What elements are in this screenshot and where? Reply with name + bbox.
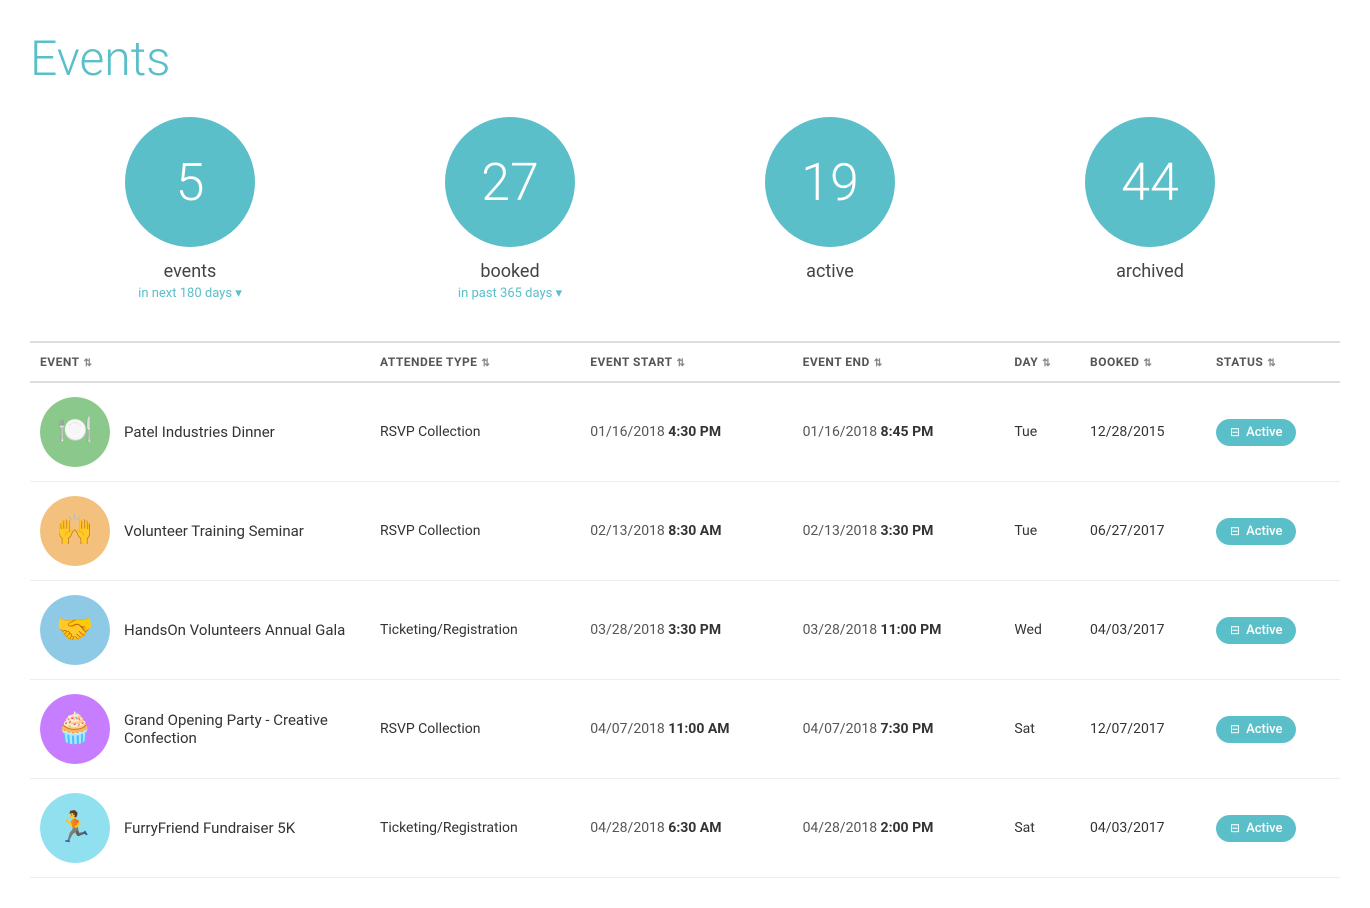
- event-end-5: 04/28/2018 2:00 PM: [793, 779, 1005, 878]
- table-body: 🍽️ Patel Industries Dinner RSVP Collection…: [30, 382, 1340, 878]
- event-cell-3: 🤝 HandsOn Volunteers Annual Gala: [30, 581, 370, 680]
- svg-text:🙌: 🙌: [56, 513, 93, 548]
- stat-label-active: active: [806, 261, 854, 282]
- event-booked-3: 04/03/2017: [1080, 581, 1206, 680]
- svg-text:🧁: 🧁: [56, 710, 93, 746]
- col-header-booked[interactable]: BOOKED⇅: [1080, 342, 1206, 382]
- col-header-eventStart[interactable]: EVENT START⇅: [580, 342, 792, 382]
- sort-icon: ⇅: [1042, 358, 1051, 369]
- stat-circle-events: 5: [125, 117, 255, 247]
- stats-row: 5 events in next 180 days 27 booked in past 3…: [30, 117, 1340, 301]
- stat-circle-booked: 27: [445, 117, 575, 247]
- sort-icon: ⇅: [874, 358, 883, 369]
- stat-item-archived: 44 archived: [990, 117, 1310, 301]
- event-name-2[interactable]: Volunteer Training Seminar: [124, 522, 304, 540]
- sort-icon: ⇅: [677, 358, 686, 369]
- col-header-eventEnd[interactable]: EVENT END⇅: [793, 342, 1005, 382]
- event-cell-4: 🧁 Grand Opening Party - Creative Confecti…: [30, 680, 370, 779]
- event-start-5: 04/28/2018 6:30 AM: [580, 779, 792, 878]
- event-start-1: 01/16/2018 4:30 PM: [580, 382, 792, 482]
- stat-number-archived: 44: [1121, 152, 1179, 213]
- event-cell-2: 🙌 Volunteer Training Seminar: [30, 482, 370, 581]
- event-end-3: 03/28/2018 11:00 PM: [793, 581, 1005, 680]
- event-booked-1: 12/28/2015: [1080, 382, 1206, 482]
- event-day-5: Sat: [1004, 779, 1080, 878]
- status-badge[interactable]: Active: [1216, 716, 1296, 743]
- event-thumb-2: 🙌: [40, 496, 110, 566]
- stat-label-booked: booked: [480, 261, 539, 282]
- event-status-5[interactable]: Active: [1206, 779, 1340, 878]
- event-cell-1: 🍽️ Patel Industries Dinner: [30, 382, 370, 482]
- table-row: 🍽️ Patel Industries Dinner RSVP Collection…: [30, 382, 1340, 482]
- event-thumb-3: 🤝: [40, 595, 110, 665]
- event-name-1[interactable]: Patel Industries Dinner: [124, 423, 275, 441]
- stat-item-events: 5 events in next 180 days: [30, 117, 350, 301]
- table-header: EVENT⇅ATTENDEE TYPE⇅EVENT START⇅EVENT EN…: [30, 342, 1340, 382]
- event-end-2: 02/13/2018 3:30 PM: [793, 482, 1005, 581]
- status-badge[interactable]: Active: [1216, 815, 1296, 842]
- event-day-1: Tue: [1004, 382, 1080, 482]
- stat-label-events: events: [164, 261, 217, 282]
- event-thumb-5: 🏃: [40, 793, 110, 863]
- event-day-2: Tue: [1004, 482, 1080, 581]
- col-header-attendeeType[interactable]: ATTENDEE TYPE⇅: [370, 342, 580, 382]
- table-row: 🏃 FurryFriend Fundraiser 5K Ticketing/Regi…: [30, 779, 1340, 878]
- event-day-4: Sat: [1004, 680, 1080, 779]
- event-status-4[interactable]: Active: [1206, 680, 1340, 779]
- event-end-4: 04/07/2018 7:30 PM: [793, 680, 1005, 779]
- sort-icon: ⇅: [481, 358, 490, 369]
- table-row: 🧁 Grand Opening Party - Creative Confecti…: [30, 680, 1340, 779]
- sort-icon: ⇅: [1143, 358, 1152, 369]
- col-header-status[interactable]: STATUS⇅: [1206, 342, 1340, 382]
- stat-circle-active: 19: [765, 117, 895, 247]
- attendee-type-1: RSVP Collection: [370, 382, 580, 482]
- stat-circle-archived: 44: [1085, 117, 1215, 247]
- event-status-2[interactable]: Active: [1206, 482, 1340, 581]
- stat-number-events: 5: [176, 152, 205, 213]
- attendee-type-2: RSVP Collection: [370, 482, 580, 581]
- stat-item-active: 19 active: [670, 117, 990, 301]
- svg-text:🤝: 🤝: [56, 612, 93, 647]
- status-badge[interactable]: Active: [1216, 419, 1296, 446]
- event-name-3[interactable]: HandsOn Volunteers Annual Gala: [124, 621, 345, 639]
- stat-item-booked: 27 booked in past 365 days: [350, 117, 670, 301]
- event-booked-5: 04/03/2017: [1080, 779, 1206, 878]
- attendee-type-3: Ticketing/Registration: [370, 581, 580, 680]
- event-thumb-4: 🧁: [40, 694, 110, 764]
- event-name-5[interactable]: FurryFriend Fundraiser 5K: [124, 819, 295, 837]
- sort-icon: ⇅: [1267, 358, 1276, 369]
- page-title: Events: [30, 30, 1340, 87]
- event-start-3: 03/28/2018 3:30 PM: [580, 581, 792, 680]
- attendee-type-5: Ticketing/Registration: [370, 779, 580, 878]
- table-row: 🙌 Volunteer Training Seminar RSVP Collecti…: [30, 482, 1340, 581]
- stat-sublabel-events[interactable]: in next 180 days: [138, 286, 242, 301]
- status-badge[interactable]: Active: [1216, 617, 1296, 644]
- svg-text:🏃: 🏃: [56, 809, 93, 845]
- event-booked-2: 06/27/2017: [1080, 482, 1206, 581]
- stat-sublabel-booked[interactable]: in past 365 days: [458, 286, 562, 301]
- events-table: EVENT⇅ATTENDEE TYPE⇅EVENT START⇅EVENT EN…: [30, 341, 1340, 878]
- stat-number-booked: 27: [481, 152, 539, 213]
- col-header-day[interactable]: DAY⇅: [1004, 342, 1080, 382]
- event-booked-4: 12/07/2017: [1080, 680, 1206, 779]
- stat-label-archived: archived: [1116, 261, 1184, 282]
- svg-text:🍽️: 🍽️: [58, 413, 93, 446]
- event-status-3[interactable]: Active: [1206, 581, 1340, 680]
- stat-number-active: 19: [801, 152, 859, 213]
- event-end-1: 01/16/2018 8:45 PM: [793, 382, 1005, 482]
- event-status-1[interactable]: Active: [1206, 382, 1340, 482]
- col-header-event[interactable]: EVENT⇅: [30, 342, 370, 382]
- event-start-2: 02/13/2018 8:30 AM: [580, 482, 792, 581]
- event-day-3: Wed: [1004, 581, 1080, 680]
- event-name-4[interactable]: Grand Opening Party - Creative Confectio…: [124, 711, 360, 747]
- table-row: 🤝 HandsOn Volunteers Annual Gala Ticketing…: [30, 581, 1340, 680]
- event-start-4: 04/07/2018 11:00 AM: [580, 680, 792, 779]
- event-cell-5: 🏃 FurryFriend Fundraiser 5K: [30, 779, 370, 878]
- sort-icon: ⇅: [84, 358, 93, 369]
- attendee-type-4: RSVP Collection: [370, 680, 580, 779]
- status-badge[interactable]: Active: [1216, 518, 1296, 545]
- event-thumb-1: 🍽️: [40, 397, 110, 467]
